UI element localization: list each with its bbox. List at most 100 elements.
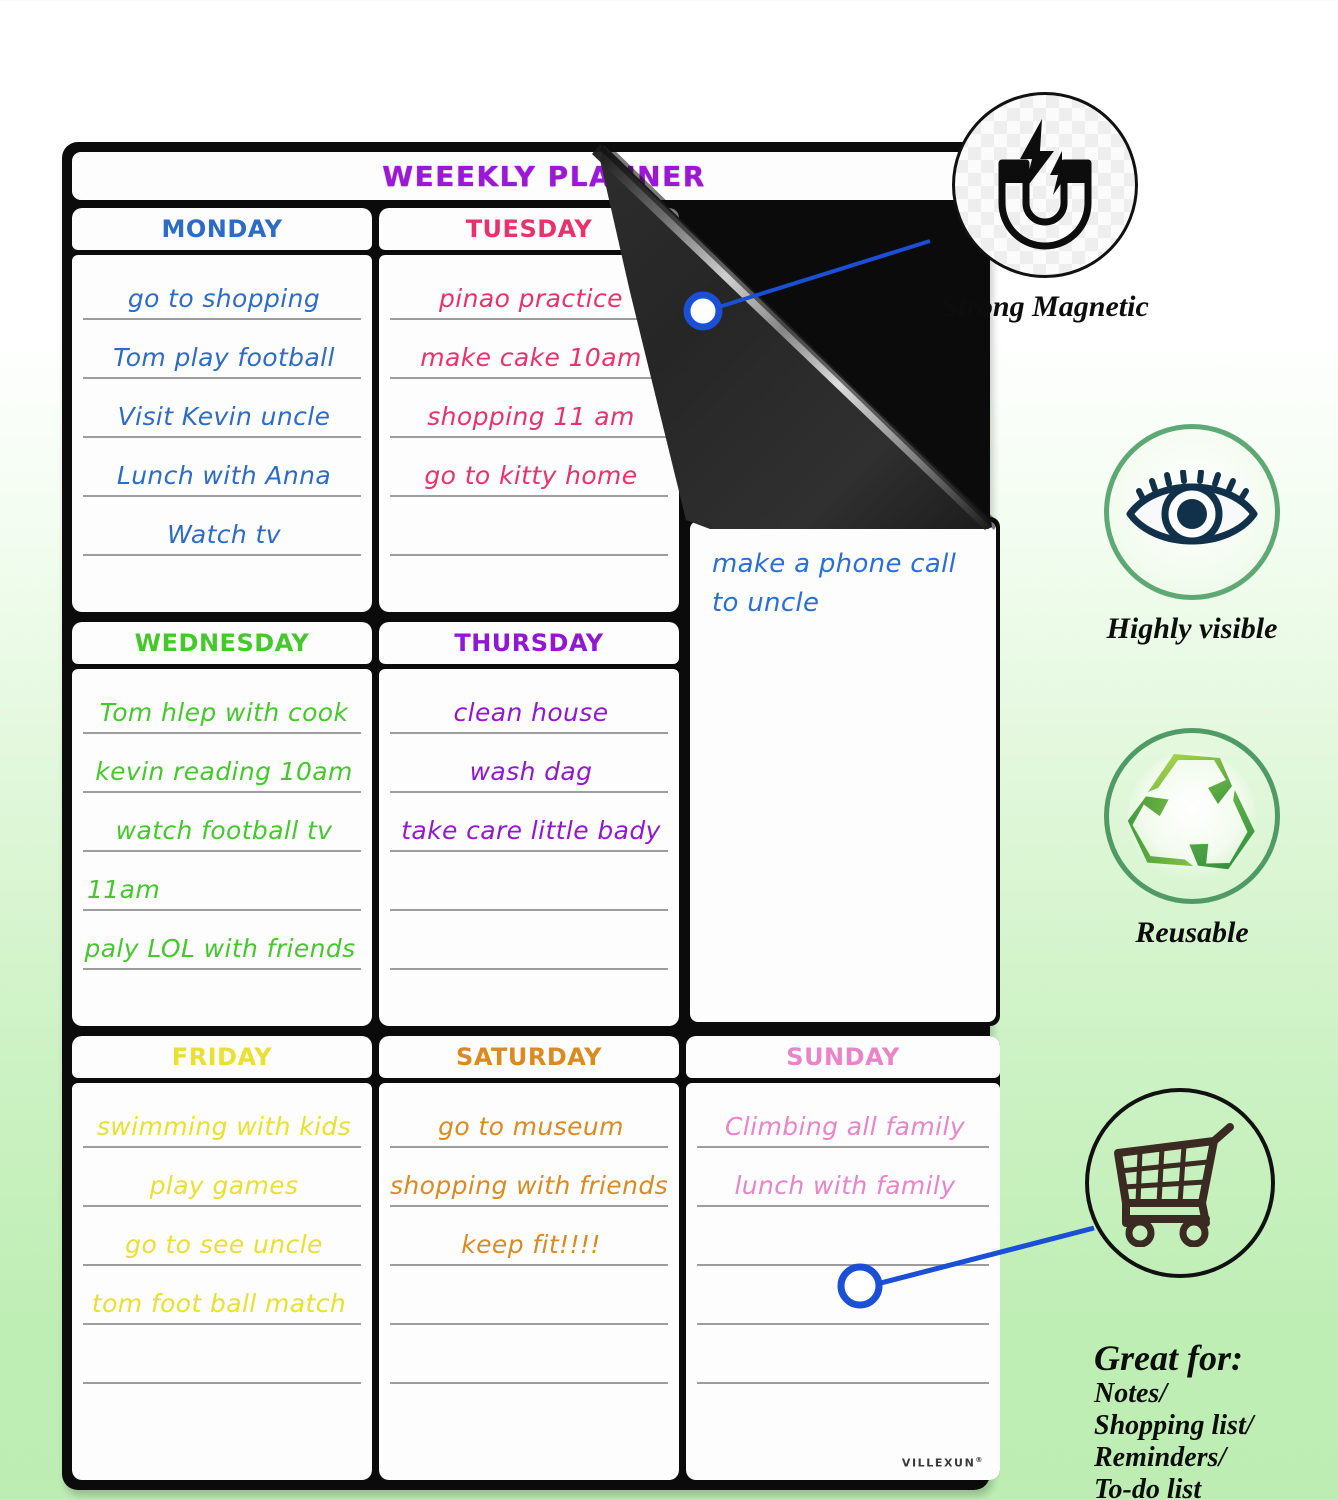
feature-highly-visible: Highly visible (1052, 424, 1332, 646)
planner-line[interactable] (83, 1384, 361, 1443)
planner-line[interactable] (83, 970, 361, 1026)
great-for-title: Great for: (1094, 1338, 1243, 1378)
day-label-thursday: THURSDAY (454, 629, 604, 657)
planner-entry: go to see uncle (125, 1230, 323, 1259)
planner-line[interactable]: clean house (390, 675, 668, 734)
day-body-thursday[interactable]: clean house wash dag take care little ba… (379, 669, 679, 1026)
planner-line[interactable] (83, 556, 361, 612)
planner-line[interactable]: swimming with kids (83, 1089, 361, 1148)
day-cell-wednesday[interactable]: WEDNESDAY Tom hlep with cook kevin readi… (72, 622, 372, 1026)
planner-line[interactable]: Tom hlep with cook (83, 675, 361, 734)
planner-line[interactable] (697, 1384, 989, 1443)
brand-logo: VILLEXUN® (902, 1456, 984, 1470)
planner-line[interactable]: watch football tv (83, 793, 361, 852)
planner-line[interactable] (83, 1325, 361, 1384)
planner-entry: clean house (453, 698, 609, 727)
planner-line[interactable]: go to kitty home (390, 438, 668, 497)
planner-entry: shopping with friends (389, 1171, 669, 1200)
note-line-2: to uncle (712, 588, 820, 618)
planner-entry: 11am (87, 875, 161, 904)
day-cell-tuesday[interactable]: TUESDAY pinao practice make cake 10am sh… (379, 208, 679, 612)
planner-entry: paly LOL with friends (84, 934, 356, 963)
planner-line[interactable]: wash dag (390, 734, 668, 793)
planner-line[interactable]: lunch with family (697, 1148, 989, 1207)
planner-line[interactable]: 11am (83, 852, 361, 911)
planner-entry: watch football tv (115, 816, 333, 845)
day-header-friday: FRIDAY (72, 1036, 372, 1078)
planner-line[interactable]: keep fit!!!! (390, 1207, 668, 1266)
eye-icon (1126, 470, 1258, 545)
great-for-line-1: Notes/ (1094, 1378, 1168, 1409)
planner-line[interactable]: Tom play football (83, 320, 361, 379)
planner-line[interactable]: Visit Kevin uncle (83, 379, 361, 438)
planner-entry: lunch with family (734, 1171, 956, 1200)
planner-entry: pinao practice (439, 284, 623, 313)
recycle-icon (1127, 752, 1256, 880)
planner-line[interactable]: tom foot ball match (83, 1266, 361, 1325)
planner-line[interactable] (390, 556, 668, 612)
planner-line[interactable]: go to shopping (83, 261, 361, 320)
planner-line[interactable] (390, 852, 668, 911)
day-label-wednesday: WEDNESDAY (134, 629, 310, 657)
planner-line[interactable]: Lunch with Anna (83, 438, 361, 497)
planner-line[interactable]: pinao practice (390, 261, 668, 320)
planner-entry: kevin reading 10am (95, 757, 353, 786)
planner-line[interactable] (697, 1325, 989, 1384)
feature-circle-visible (1104, 424, 1280, 600)
planner-line[interactable]: make cake 10am (390, 320, 668, 379)
feature-shopping-cart (1040, 1088, 1320, 1278)
planner-line[interactable] (697, 1266, 989, 1325)
day-body-saturday[interactable]: go to museum shopping with friends keep … (379, 1083, 679, 1480)
day-label-saturday: SATURDAY (456, 1043, 602, 1071)
planner-line[interactable]: kevin reading 10am (83, 734, 361, 793)
day-body-wednesday[interactable]: Tom hlep with cook kevin reading 10am wa… (72, 669, 372, 1026)
planner-entry: keep fit!!!! (461, 1230, 601, 1259)
planner-line[interactable]: go to see uncle (83, 1207, 361, 1266)
planner-entry: Lunch with Anna (116, 461, 332, 490)
planner-entry: Tom hlep with cook (99, 698, 349, 727)
notes-cell[interactable]: make a phone call to uncle (686, 517, 1000, 1026)
weekly-planner-board: WEEEKLY PLANNER MONDAY go to shopping To… (62, 142, 1000, 1490)
planner-line[interactable] (390, 1325, 668, 1384)
day-header-tuesday: TUESDAY (379, 208, 679, 250)
planner-entry: tom foot ball match (91, 1289, 347, 1318)
day-body-friday[interactable]: swimming with kids play games go to see … (72, 1083, 372, 1480)
planner-line[interactable] (390, 497, 668, 556)
planner-line[interactable]: play games (83, 1148, 361, 1207)
day-cell-friday[interactable]: FRIDAY swimming with kids play games go … (72, 1036, 372, 1480)
planner-line[interactable] (697, 1207, 989, 1266)
planner-entry: make cake 10am (420, 343, 642, 372)
notes-body[interactable]: make a phone call to uncle (690, 521, 996, 1022)
day-header-thursday: THURSDAY (379, 622, 679, 664)
planner-line[interactable]: Climbing all family (697, 1089, 989, 1148)
great-for-line-2: Shopping list/ (1094, 1409, 1254, 1441)
planner-line[interactable] (390, 970, 668, 1026)
day-body-tuesday[interactable]: pinao practice make cake 10am shopping 1… (379, 255, 679, 612)
planner-entry: wash dag (469, 757, 593, 786)
planner-line[interactable]: Watch tv (83, 497, 361, 556)
day-header-monday: MONDAY (72, 208, 372, 250)
note-line-1: make a phone call (712, 549, 957, 579)
planner-line[interactable]: shopping 11 am (390, 379, 668, 438)
planner-line[interactable]: shopping with friends (390, 1148, 668, 1207)
planner-line[interactable]: go to museum (390, 1089, 668, 1148)
day-body-monday[interactable]: go to shopping Tom play football Visit K… (72, 255, 372, 612)
day-cell-thursday[interactable]: THURSDAY clean house wash dag take care … (379, 622, 679, 1026)
day-body-sunday[interactable]: Climbing all family lunch with family VI… (686, 1083, 1000, 1480)
day-cell-sunday[interactable]: SUNDAY Climbing all family lunch with fa… (686, 1036, 1000, 1480)
day-cell-monday[interactable]: MONDAY go to shopping Tom play football … (72, 208, 372, 612)
day-label-sunday: SUNDAY (786, 1043, 900, 1071)
planner-line[interactable] (390, 1266, 668, 1325)
day-cell-saturday[interactable]: SATURDAY go to museum shopping with frie… (379, 1036, 679, 1480)
day-label-tuesday: TUESDAY (465, 215, 593, 243)
great-for-line-4: To-do list (1094, 1473, 1202, 1500)
planner-entry: shopping 11 am (427, 402, 635, 431)
great-for-block: Great for: Notes/ Shopping list/ Reminde… (1094, 1340, 1254, 1500)
planner-line[interactable]: paly LOL with friends (83, 911, 361, 970)
horseshoe-magnet-icon (998, 119, 1092, 250)
planner-line[interactable] (390, 911, 668, 970)
planner-entry: go to kitty home (424, 461, 638, 490)
planner-line[interactable] (390, 1384, 668, 1443)
planner-entry: Watch tv (167, 520, 281, 549)
planner-line[interactable]: take care little bady (390, 793, 668, 852)
